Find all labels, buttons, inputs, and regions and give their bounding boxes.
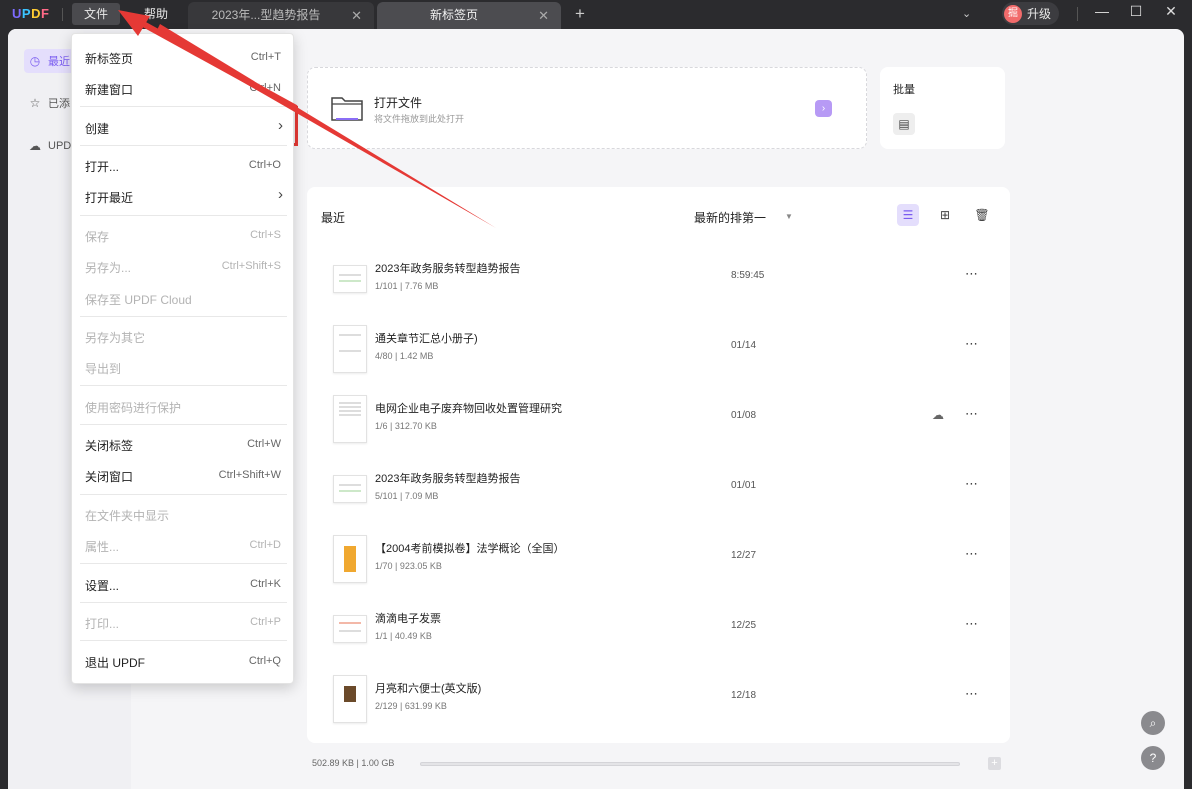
annotation-arrow-thin	[156, 24, 496, 228]
annotation-arrow-thick	[134, 17, 298, 111]
annotation-arrows	[118, 10, 496, 228]
annotation-arrowhead	[118, 10, 150, 36]
